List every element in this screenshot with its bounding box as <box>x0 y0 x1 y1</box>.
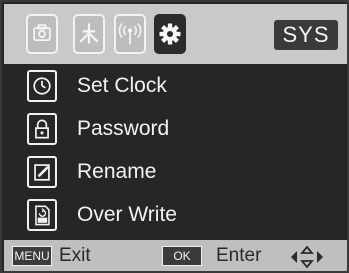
camera-icon <box>33 24 51 41</box>
edit-icon <box>27 156 57 188</box>
tab-signal[interactable] <box>114 14 146 54</box>
tab-settings[interactable] <box>154 14 186 54</box>
menu-item-label: Over Write <box>77 203 177 226</box>
ok-action-label: Enter <box>216 245 262 266</box>
menu-item-label: Rename <box>77 160 157 183</box>
sd-card-icon <box>27 199 57 231</box>
signal-icon <box>118 22 142 45</box>
lock-icon <box>27 113 57 145</box>
gear-icon <box>159 23 181 45</box>
menu-action-label: Exit <box>59 245 91 266</box>
menu-key[interactable]: MENU <box>12 246 52 266</box>
dpad-icon <box>285 244 329 270</box>
menu-item-rename[interactable]: Rename <box>2 152 347 192</box>
menu-item-over-write[interactable]: Over Write <box>2 195 347 235</box>
menu-item-set-clock[interactable]: Set Clock <box>2 66 347 106</box>
ok-key[interactable]: OK <box>162 246 202 266</box>
sys-badge: SYS <box>274 20 338 50</box>
menu-item-password[interactable]: Password <box>2 109 347 149</box>
camera-setup-screen: SYS Set Clock Password Rename Over Write… <box>0 0 349 273</box>
menu-item-label: Set Clock <box>77 74 167 97</box>
bottom-hint-bar: MENU Exit OK Enter <box>4 240 347 271</box>
tab-camera[interactable] <box>26 14 58 54</box>
tab-network[interactable] <box>73 14 105 54</box>
network-icon <box>79 23 99 44</box>
clock-icon <box>27 70 57 102</box>
menu-item-label: Password <box>77 117 170 140</box>
tab-bar: SYS <box>4 4 347 64</box>
